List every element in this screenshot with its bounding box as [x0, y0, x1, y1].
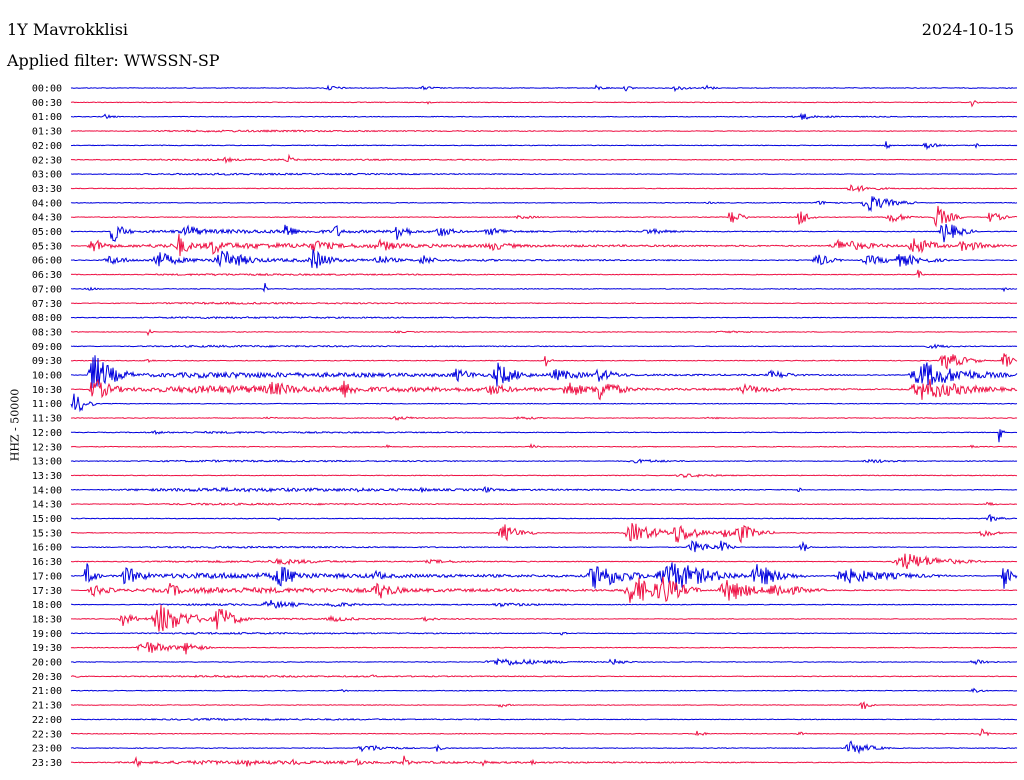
- time-tick-label: 08:30: [32, 327, 62, 338]
- seismic-trace: [70, 501, 1018, 507]
- seismic-trace: [70, 328, 1018, 337]
- seismic-trace: [70, 343, 1018, 350]
- seismic-trace: [70, 599, 1018, 609]
- time-tick-label: 18:00: [32, 600, 62, 611]
- time-tick-label: 19:00: [32, 629, 62, 640]
- seismic-trace: [70, 562, 1018, 591]
- time-tick-label: 06:00: [32, 256, 62, 267]
- time-tick-label: 21:00: [32, 686, 62, 697]
- seismic-trace: [70, 642, 1018, 655]
- seismic-trace: [70, 523, 1018, 544]
- time-tick-label: 02:00: [32, 141, 62, 152]
- time-tick-label: 14:00: [32, 485, 62, 496]
- time-tick-label: 19:30: [32, 643, 62, 654]
- seismic-trace: [70, 84, 1018, 93]
- helicorder-plot: 00:00 00:30 01:00 01:30 02:00 02:30 03:00 03:30…: [32, 84, 1018, 769]
- time-tick-label: 01:30: [32, 127, 62, 138]
- time-tick-label: 15:30: [32, 528, 62, 539]
- seismic-trace: [70, 415, 1018, 421]
- seismic-trace: [70, 755, 1018, 768]
- seismic-trace: [70, 429, 1018, 443]
- time-tick-label: 02:30: [32, 155, 62, 166]
- seismic-trace: [70, 740, 1018, 755]
- seismic-trace: [70, 485, 1018, 493]
- seismic-trace: [70, 129, 1018, 133]
- seismic-trace: [70, 234, 1018, 257]
- time-tick-label: 07:00: [32, 284, 62, 295]
- seismic-trace: [70, 473, 1018, 479]
- seismic-trace: [70, 393, 1018, 413]
- time-tick-label: 08:00: [32, 313, 62, 324]
- time-tick-label: 04:30: [32, 213, 62, 224]
- time-tick-label: 20:30: [32, 672, 62, 683]
- seismic-traces: [70, 84, 1018, 768]
- seismic-trace: [70, 514, 1018, 522]
- seismic-trace: [70, 631, 1018, 636]
- seismic-trace: [70, 184, 1018, 193]
- time-tick-label: 09:00: [32, 342, 62, 353]
- time-tick-label: 16:30: [32, 557, 62, 568]
- seismic-trace: [70, 674, 1018, 678]
- time-tick-label: 11:30: [32, 414, 62, 425]
- time-tick-label: 03:30: [32, 184, 62, 195]
- time-tick-label: 00:30: [32, 98, 62, 109]
- time-tick-label: 22:00: [32, 715, 62, 726]
- seismic-trace: [70, 301, 1018, 305]
- time-tick-label: 17:30: [32, 586, 62, 597]
- time-tick-label: 11:00: [32, 399, 62, 410]
- time-tick-label: 22:30: [32, 729, 62, 740]
- seismic-trace: [70, 687, 1018, 694]
- seismic-trace: [70, 443, 1018, 449]
- time-tick-label: 21:30: [32, 701, 62, 712]
- time-tick-label: 12:00: [32, 428, 62, 439]
- seismic-trace: [70, 223, 1018, 243]
- time-tick-label: 09:30: [32, 356, 62, 367]
- seismic-trace: [70, 458, 1018, 464]
- time-tick-label: 07:30: [32, 299, 62, 310]
- time-tick-label: 10:30: [32, 385, 62, 396]
- time-tick-label: 14:30: [32, 500, 62, 511]
- seismic-trace: [70, 604, 1018, 632]
- seismic-trace: [70, 195, 1018, 213]
- time-tick-label: 16:00: [32, 543, 62, 554]
- time-tick-labels: 00:00 00:30 01:00 01:30 02:00 02:30 03:00 03:30…: [32, 84, 62, 769]
- time-tick-label: 12:30: [32, 442, 62, 453]
- seismic-trace: [70, 728, 1018, 737]
- time-tick-label: 06:30: [32, 270, 62, 281]
- seismic-trace: [70, 316, 1018, 320]
- time-tick-label: 13:00: [32, 457, 62, 468]
- seismic-trace: [70, 99, 1018, 108]
- seismic-trace: [70, 378, 1018, 401]
- time-tick-label: 20:00: [32, 658, 62, 669]
- seismic-trace: [70, 701, 1018, 710]
- seismic-trace: [70, 112, 1018, 120]
- time-tick-label: 10:00: [32, 371, 62, 382]
- seismic-trace: [70, 353, 1018, 371]
- time-tick-label: 05:00: [32, 227, 62, 238]
- seismic-trace: [70, 282, 1018, 293]
- seismic-trace: [70, 172, 1018, 176]
- time-tick-label: 23:00: [32, 744, 62, 755]
- seismic-trace: [70, 269, 1018, 278]
- seismic-trace: [70, 657, 1018, 666]
- time-tick-label: 13:30: [32, 471, 62, 482]
- seismic-trace: [70, 205, 1018, 228]
- time-tick-label: 03:00: [32, 170, 62, 181]
- time-tick-label: 05:30: [32, 241, 62, 252]
- seismic-trace: [70, 553, 1018, 570]
- seismic-trace: [70, 540, 1018, 553]
- seismic-trace: [70, 576, 1018, 603]
- seismic-trace: [70, 141, 1018, 151]
- seismic-trace: [70, 717, 1018, 722]
- time-tick-label: 18:30: [32, 614, 62, 625]
- time-tick-label: 04:00: [32, 198, 62, 209]
- time-tick-label: 23:30: [32, 758, 62, 769]
- time-tick-label: 15:00: [32, 514, 62, 525]
- time-tick-label: 00:00: [32, 84, 62, 95]
- time-tick-label: 01:00: [32, 112, 62, 123]
- time-tick-label: 17:00: [32, 571, 62, 582]
- seismic-trace: [70, 153, 1018, 164]
